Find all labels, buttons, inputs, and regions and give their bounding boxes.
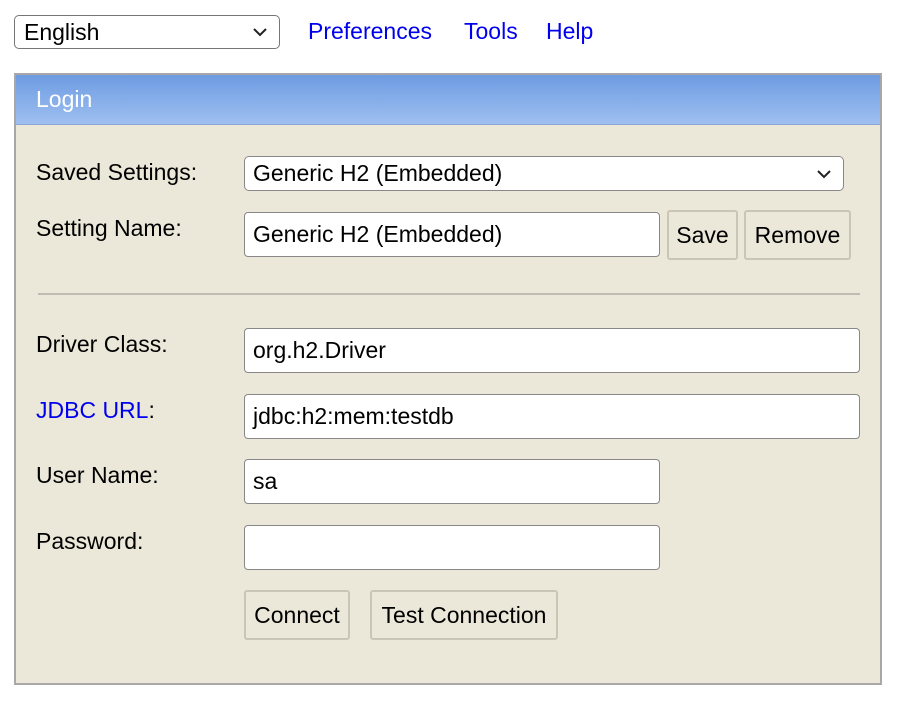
connect-button[interactable]: Connect [244, 590, 350, 640]
setting-name-input[interactable]: Generic H2 (Embedded) [244, 212, 660, 257]
login-title: Login [36, 86, 93, 112]
setting-name-value: Generic H2 (Embedded) [253, 221, 503, 247]
chevron-down-icon [253, 28, 267, 37]
jdbc-url-colon: : [148, 397, 155, 423]
jdbc-url-label-group: JDBC URL: [36, 397, 155, 424]
save-button[interactable]: Save [667, 210, 738, 260]
login-panel-header: Login [16, 75, 880, 125]
saved-settings-label: Saved Settings: [36, 159, 198, 185]
jdbc-url-input[interactable]: jdbc:h2:mem:testdb [244, 394, 860, 439]
password-label: Password: [36, 528, 144, 554]
password-input[interactable] [244, 525, 660, 570]
chevron-down-icon [817, 170, 831, 179]
tools-link[interactable]: Tools [464, 18, 518, 45]
user-name-input[interactable]: sa [244, 459, 660, 504]
user-name-label: User Name: [36, 462, 159, 488]
language-select[interactable]: English [14, 15, 280, 49]
saved-settings-value: Generic H2 (Embedded) [253, 160, 503, 186]
jdbc-url-value: jdbc:h2:mem:testdb [253, 403, 454, 429]
jdbc-url-link[interactable]: JDBC URL [36, 397, 148, 423]
top-bar: English Preferences Tools Help [14, 14, 593, 50]
user-name-value: sa [253, 468, 278, 494]
setting-name-label: Setting Name: [36, 215, 182, 241]
language-select-value: English [24, 18, 100, 45]
help-link[interactable]: Help [546, 18, 593, 45]
saved-settings-select[interactable]: Generic H2 (Embedded) [244, 156, 844, 191]
preferences-link[interactable]: Preferences [308, 18, 432, 45]
section-divider [38, 293, 860, 295]
driver-class-label: Driver Class: [36, 331, 168, 357]
driver-class-value: org.h2.Driver [253, 337, 386, 363]
test-connection-button[interactable]: Test Connection [370, 590, 558, 640]
driver-class-input[interactable]: org.h2.Driver [244, 328, 860, 373]
login-panel: Login Saved Settings: Generic H2 (Embedd… [14, 73, 882, 685]
remove-button[interactable]: Remove [744, 210, 851, 260]
